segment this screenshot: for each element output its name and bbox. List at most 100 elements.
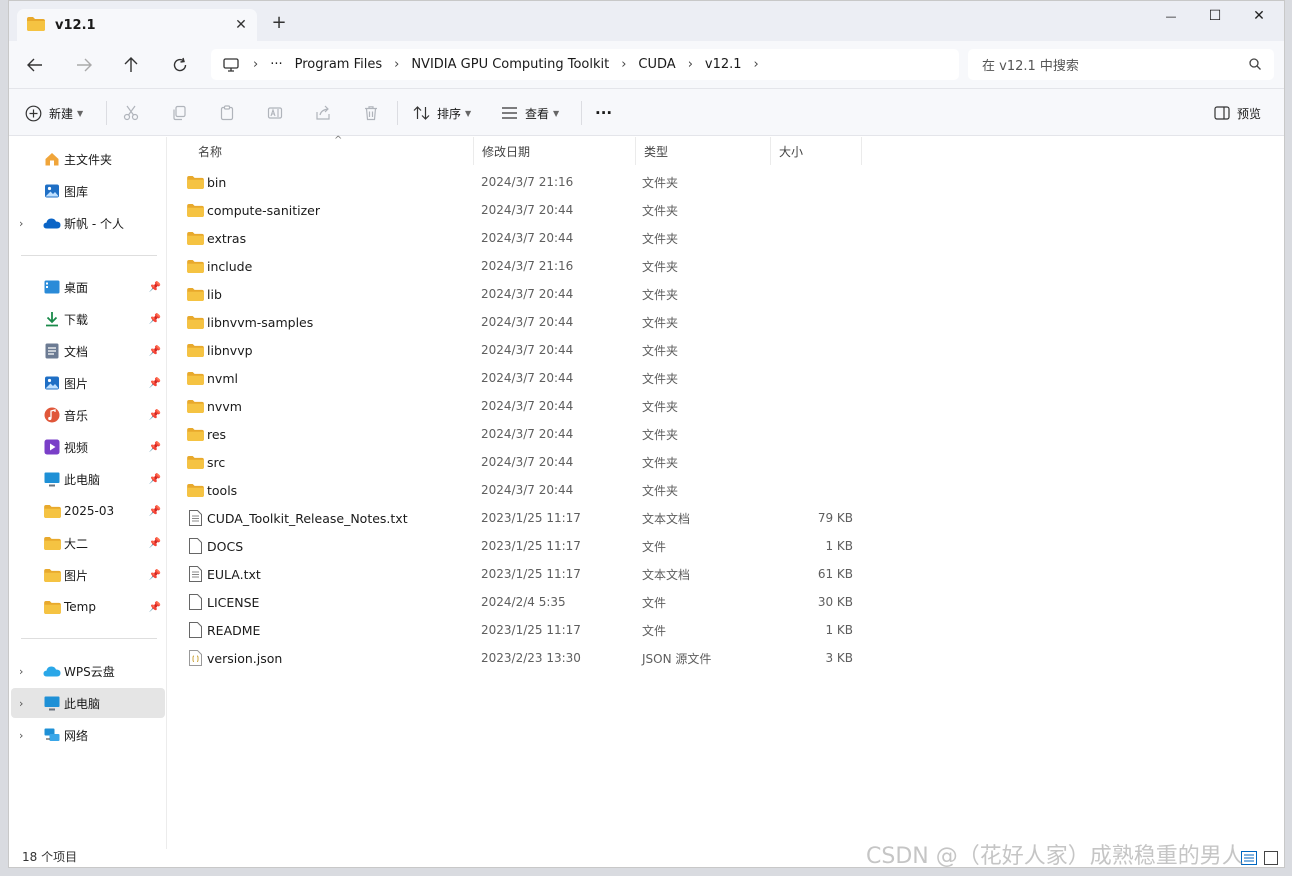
chevron-right-icon[interactable]: › bbox=[19, 697, 23, 710]
pin-icon[interactable]: 📌 bbox=[149, 346, 161, 357]
share-button[interactable] bbox=[313, 103, 333, 123]
chevron-right-icon[interactable]: › bbox=[754, 57, 759, 72]
back-button[interactable] bbox=[23, 53, 47, 77]
file-row[interactable]: CUDA_Toolkit_Release_Notes.txt 2023/1/25 … bbox=[168, 504, 868, 532]
file-name-cell[interactable]: nvvm bbox=[186, 392, 242, 420]
file-row[interactable]: bin 2024/3/7 21:16 文件夹 bbox=[168, 168, 868, 196]
pin-icon[interactable]: 📌 bbox=[149, 442, 161, 453]
file-name-cell[interactable]: libnvvm-samples bbox=[186, 308, 313, 336]
file-row[interactable]: src 2024/3/7 20:44 文件夹 bbox=[168, 448, 868, 476]
delete-button[interactable] bbox=[361, 103, 381, 123]
pin-icon[interactable]: 📌 bbox=[149, 410, 161, 421]
sidebar-item-documents[interactable]: 文档 📌 bbox=[11, 336, 165, 366]
file-row[interactable]: version.json 2023/2/23 13:30 JSON 源文件 3 KB bbox=[168, 644, 868, 672]
file-row[interactable]: libnvvm-samples 2024/3/7 20:44 文件夹 bbox=[168, 308, 868, 336]
maximize-button[interactable]: ☐ bbox=[1193, 1, 1237, 31]
sidebar-item-folder-da-er[interactable]: 大二 📌 bbox=[11, 528, 165, 558]
pin-icon[interactable]: 📌 bbox=[149, 282, 161, 293]
sort-button[interactable]: 排序 ▼ bbox=[413, 103, 471, 123]
minimize-button[interactable]: — bbox=[1149, 1, 1193, 31]
forward-button[interactable] bbox=[72, 53, 96, 77]
search-input[interactable]: 在 v12.1 中搜索 bbox=[982, 55, 1079, 74]
pin-icon[interactable]: 📌 bbox=[149, 378, 161, 389]
file-name-cell[interactable]: DOCS bbox=[186, 532, 243, 560]
close-window-button[interactable]: ✕ bbox=[1237, 1, 1281, 31]
breadcrumb-v12-1[interactable]: v12.1 bbox=[705, 57, 742, 72]
file-row[interactable]: res 2024/3/7 20:44 文件夹 bbox=[168, 420, 868, 448]
sidebar-item-folder-temp[interactable]: Temp 📌 bbox=[11, 592, 165, 622]
breadcrumb-overflow[interactable]: ··· bbox=[270, 57, 282, 72]
file-row[interactable]: EULA.txt 2023/1/25 11:17 文本文档 61 KB bbox=[168, 560, 868, 588]
sidebar-item-music[interactable]: 音乐 📌 bbox=[11, 400, 165, 430]
file-name-cell[interactable]: README bbox=[186, 616, 260, 644]
sidebar-item-onedrive[interactable]: › 斯帆 - 个人 bbox=[11, 208, 165, 238]
chevron-right-icon[interactable]: › bbox=[19, 217, 23, 230]
file-name-cell[interactable]: CUDA_Toolkit_Release_Notes.txt bbox=[186, 504, 408, 532]
file-name-cell[interactable]: include bbox=[186, 252, 252, 280]
file-name-cell[interactable]: extras bbox=[186, 224, 246, 252]
address-bar[interactable]: › ··· Program Files › NVIDIA GPU Computi… bbox=[211, 49, 959, 80]
refresh-button[interactable] bbox=[168, 53, 192, 77]
file-row[interactable]: nvml 2024/3/7 20:44 文件夹 bbox=[168, 364, 868, 392]
file-name-cell[interactable]: res bbox=[186, 420, 226, 448]
breadcrumb-cuda[interactable]: CUDA bbox=[638, 57, 675, 72]
file-row[interactable]: libnvvp 2024/3/7 20:44 文件夹 bbox=[168, 336, 868, 364]
sidebar-item-videos[interactable]: 视频 📌 bbox=[11, 432, 165, 462]
copy-button[interactable] bbox=[169, 103, 189, 123]
sidebar-item-network[interactable]: › 网络 bbox=[11, 720, 165, 750]
chevron-right-icon[interactable]: › bbox=[688, 57, 693, 72]
sidebar-item-desktop[interactable]: 桌面 📌 bbox=[11, 272, 165, 302]
file-name-cell[interactable]: bin bbox=[186, 168, 226, 196]
file-row[interactable]: include 2024/3/7 21:16 文件夹 bbox=[168, 252, 868, 280]
breadcrumb-program-files[interactable]: Program Files bbox=[295, 57, 383, 72]
file-name-cell[interactable]: tools bbox=[186, 476, 237, 504]
chevron-right-icon[interactable]: › bbox=[19, 729, 23, 742]
sidebar-item-this-pc-pinned[interactable]: 此电脑 📌 bbox=[11, 464, 165, 494]
file-row[interactable]: README 2023/1/25 11:17 文件 1 KB bbox=[168, 616, 868, 644]
column-header-type[interactable]: 类型 bbox=[636, 137, 771, 165]
new-button[interactable]: 新建 ▼ bbox=[25, 103, 83, 123]
sidebar-item-pictures[interactable]: 图片 📌 bbox=[11, 368, 165, 398]
view-button[interactable]: 查看 ▼ bbox=[501, 103, 559, 123]
file-name-cell[interactable]: compute-sanitizer bbox=[186, 196, 320, 224]
pin-icon[interactable]: 📌 bbox=[149, 314, 161, 325]
more-options-button[interactable]: ··· bbox=[595, 103, 612, 123]
sidebar-item-downloads[interactable]: 下载 📌 bbox=[11, 304, 165, 334]
chevron-right-icon[interactable]: › bbox=[621, 57, 626, 72]
file-row[interactable]: compute-sanitizer 2024/3/7 20:44 文件夹 bbox=[168, 196, 868, 224]
file-row[interactable]: extras 2024/3/7 20:44 文件夹 bbox=[168, 224, 868, 252]
pin-icon[interactable]: 📌 bbox=[149, 474, 161, 485]
sidebar-item-wps-cloud[interactable]: › WPS云盘 bbox=[11, 656, 165, 686]
file-name-cell[interactable]: libnvvp bbox=[186, 336, 253, 364]
file-name-cell[interactable]: LICENSE bbox=[186, 588, 259, 616]
sidebar-item-this-pc[interactable]: › 此电脑 bbox=[11, 688, 165, 718]
file-name-cell[interactable]: lib bbox=[186, 280, 222, 308]
breadcrumb-nvidia-toolkit[interactable]: NVIDIA GPU Computing Toolkit bbox=[411, 57, 609, 72]
preview-button[interactable]: 预览 bbox=[1214, 103, 1261, 123]
file-name-cell[interactable]: nvml bbox=[186, 364, 238, 392]
chevron-right-icon[interactable]: › bbox=[394, 57, 399, 72]
file-row[interactable]: nvvm 2024/3/7 20:44 文件夹 bbox=[168, 392, 868, 420]
column-header-name[interactable]: 名称 bbox=[190, 137, 474, 165]
pin-icon[interactable]: 📌 bbox=[149, 506, 161, 517]
pin-icon[interactable]: 📌 bbox=[149, 538, 161, 549]
file-row[interactable]: DOCS 2023/1/25 11:17 文件 1 KB bbox=[168, 532, 868, 560]
file-row[interactable]: LICENSE 2024/2/4 5:35 文件 30 KB bbox=[168, 588, 868, 616]
pin-icon[interactable]: 📌 bbox=[149, 570, 161, 581]
close-tab-icon[interactable]: ✕ bbox=[233, 17, 249, 33]
file-name-cell[interactable]: src bbox=[186, 448, 225, 476]
sidebar-item-gallery[interactable]: 图库 bbox=[11, 176, 165, 206]
cut-button[interactable] bbox=[121, 103, 141, 123]
new-tab-button[interactable]: + bbox=[271, 14, 287, 32]
up-button[interactable] bbox=[119, 53, 143, 77]
pin-icon[interactable]: 📌 bbox=[149, 602, 161, 613]
file-name-cell[interactable]: EULA.txt bbox=[186, 560, 261, 588]
sidebar-item-home[interactable]: 主文件夹 bbox=[11, 144, 165, 174]
search-box[interactable]: 在 v12.1 中搜索 bbox=[968, 49, 1274, 80]
file-row[interactable]: lib 2024/3/7 20:44 文件夹 bbox=[168, 280, 868, 308]
column-header-size[interactable]: 大小 bbox=[771, 137, 862, 165]
tiles-view-button[interactable] bbox=[1261, 849, 1281, 867]
sidebar-item-folder-2025-03[interactable]: 2025-03 📌 bbox=[11, 496, 165, 526]
chevron-right-icon[interactable]: › bbox=[19, 665, 23, 678]
file-row[interactable]: tools 2024/3/7 20:44 文件夹 bbox=[168, 476, 868, 504]
